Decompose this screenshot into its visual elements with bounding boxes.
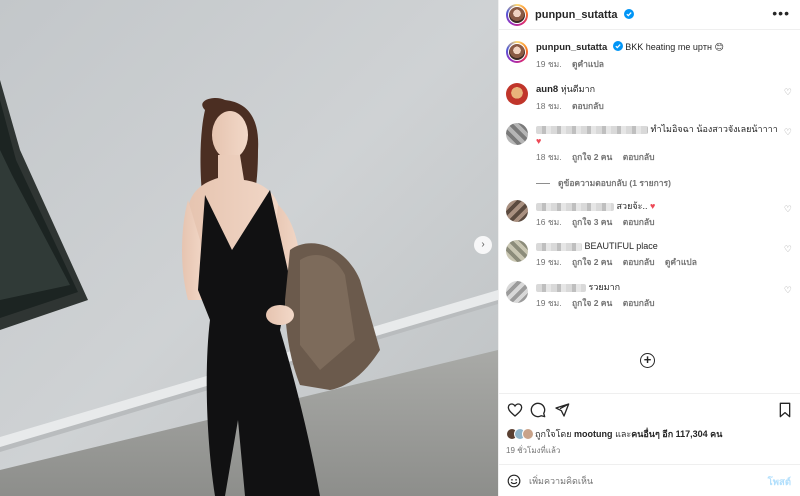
comment-time[interactable]: 16 ชม. — [536, 217, 562, 227]
reply-button[interactable]: ตอบกลับ — [623, 298, 655, 308]
replies-divider-line — [536, 183, 550, 185]
author-username[interactable]: punpun_sutatta — [535, 8, 634, 21]
author-avatar[interactable] — [506, 3, 528, 26]
add-comment-input[interactable] — [529, 473, 749, 489]
likes-and: และ — [615, 429, 632, 439]
likes-others[interactable]: คนอื่นๆ อีก 117,304 คน — [631, 427, 722, 441]
comment-like-heart-icon[interactable]: ♡ — [784, 204, 792, 215]
comment-time[interactable]: 19 ชม. — [536, 257, 562, 267]
comment-likes-count[interactable]: ถูกใจ 3 คน — [572, 217, 612, 227]
comment-text: สวยจ้ะ.. — [616, 201, 648, 211]
view-replies-button[interactable]: ดูข้อความตอบกลับ (1 รายการ) — [536, 176, 671, 190]
heart-icon[interactable] — [507, 402, 523, 418]
commenter-avatar[interactable] — [506, 83, 528, 105]
reply-button[interactable]: ตอบกลับ — [623, 152, 655, 162]
comment-time[interactable]: 18 ชม. — [536, 152, 562, 162]
post-comment-button[interactable]: โพสต์ — [768, 475, 791, 490]
translate-link[interactable]: ดูคำแปล — [572, 59, 604, 69]
caption-text: BKK heating me upтн — [625, 42, 712, 52]
red-heart-emoji: ♥ — [536, 136, 542, 146]
comment-like-heart-icon[interactable]: ♡ — [784, 87, 792, 98]
next-photo-button[interactable]: › — [474, 236, 492, 254]
verified-badge-icon — [623, 8, 634, 19]
emoji-icon[interactable] — [507, 474, 521, 488]
translate-link[interactable]: ดูคำแปล — [665, 257, 697, 267]
likes-prefix: ถูกใจโดย — [535, 429, 572, 439]
caption-avatar[interactable] — [506, 41, 528, 63]
comment-username[interactable]: aun8 — [536, 84, 558, 95]
blurred-username — [536, 283, 586, 292]
more-icon[interactable]: ••• — [772, 5, 790, 21]
share-icon[interactable] — [554, 402, 570, 418]
bookmark-icon[interactable] — [777, 402, 793, 418]
reply-button[interactable]: ตอบกลับ — [623, 217, 655, 227]
comment-text: รวยมาก — [588, 282, 621, 292]
caption-username[interactable]: punpun_sutatta — [536, 42, 607, 53]
comment-text: ทำไมอิจฉา น้องสาวจังเลยน้าาาา — [650, 124, 778, 134]
blurred-username — [536, 242, 582, 251]
first-liker-username[interactable]: mootung — [574, 429, 613, 439]
blurred-username — [536, 202, 614, 211]
commenter-avatar[interactable] — [506, 200, 528, 222]
post-modal: › punpun_sutatta ••• punpun_sutatta BKK … — [0, 0, 800, 496]
post-photo[interactable]: › — [0, 0, 498, 496]
comment-like-heart-icon[interactable]: ♡ — [784, 127, 792, 138]
caption-emoji: 😊 — [714, 42, 724, 52]
comment-time[interactable]: 18 ชม. — [536, 101, 562, 111]
comment-like-heart-icon[interactable]: ♡ — [784, 285, 792, 296]
liker-avatar — [522, 428, 534, 440]
comment-icon[interactable] — [530, 402, 546, 418]
commenter-avatar[interactable] — [506, 240, 528, 262]
commenter-avatar[interactable] — [506, 123, 528, 145]
reply-button[interactable]: ตอบกลับ — [572, 101, 604, 111]
likes-summary[interactable]: ถูกใจโดย mootung และ คนอื่นๆ อีก 117,304 … — [506, 426, 722, 442]
comment-time[interactable]: 19 ชม. — [536, 298, 562, 308]
comment-likes-count[interactable]: ถูกใจ 2 คน — [572, 298, 612, 308]
comment-text: หุ่นดีมาก — [560, 84, 596, 94]
action-bar — [499, 393, 800, 425]
post-side-panel: punpun_sutatta ••• punpun_sutatta BKK he… — [498, 0, 800, 496]
commenter-avatar[interactable] — [506, 281, 528, 303]
add-circle-icon[interactable]: + — [640, 353, 655, 368]
blurred-username — [536, 125, 648, 134]
red-heart-emoji: ♥ — [649, 201, 656, 211]
comment-like-heart-icon[interactable]: ♡ — [784, 244, 792, 255]
liker-avatars — [506, 428, 534, 440]
photo-illustration — [0, 0, 498, 496]
verified-badge-icon — [612, 41, 623, 51]
comment-text: BEAUTIFUL place — [584, 241, 658, 251]
comment-likes-count[interactable]: ถูกใจ 2 คน — [572, 152, 612, 162]
add-comment-bar: โพสต์ — [499, 464, 800, 496]
post-header: punpun_sutatta ••• — [499, 0, 800, 30]
reply-button[interactable]: ตอบกลับ — [623, 257, 655, 267]
caption-time[interactable]: 19 ชม. — [536, 59, 562, 69]
comment-likes-count[interactable]: ถูกใจ 2 คน — [572, 257, 612, 267]
posted-time[interactable]: 19 ชั่วโมงที่แล้ว — [506, 444, 560, 457]
